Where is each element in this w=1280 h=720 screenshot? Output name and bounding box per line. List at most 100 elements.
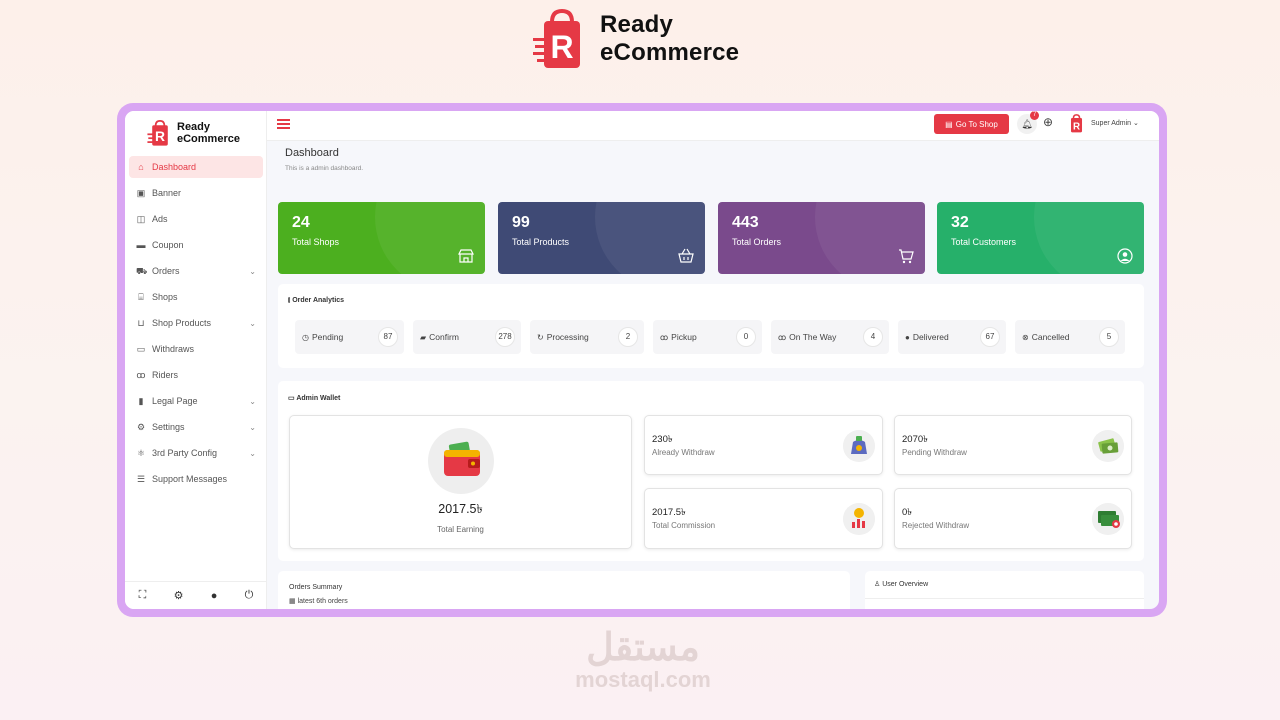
sidebar-item-riders[interactable]: ꝏ Riders <box>129 364 263 386</box>
total-earning-box: 2017.5৳ Total Earning <box>289 415 632 549</box>
divider <box>865 598 1144 599</box>
wallet-box-label: Total Commission <box>652 521 716 530</box>
bike-icon: ꝏ <box>660 332 669 342</box>
power-icon[interactable]: ⏻ <box>245 589 254 602</box>
brand-name-line2: eCommerce <box>600 39 740 66</box>
cart-icon <box>899 249 914 264</box>
sidebar-item-settings[interactable]: ⚙ Settings ⌄ <box>129 416 263 438</box>
wallet-box-label: Already Withdraw <box>652 448 715 457</box>
order-status-pending[interactable]: ◷ Pending 87 <box>295 320 404 354</box>
refresh-icon: ↻ <box>537 332 544 342</box>
admin-wallet-title: ▭ Admin Wallet <box>288 395 341 402</box>
message-icon: ☰ <box>136 474 146 484</box>
sidebar-item-dashboard[interactable]: ⌂ Dashboard <box>129 156 263 178</box>
sidebar-logo[interactable]: R Ready eCommerce <box>147 119 240 147</box>
rejected-cash-icon <box>1092 503 1124 535</box>
sidebar-item-label: Coupon <box>152 240 184 250</box>
store-icon: ⌸ <box>138 292 144 302</box>
order-status-processing[interactable]: ↻ Processing 2 <box>530 320 644 354</box>
wallet-box-label: Rejected Withdraw <box>902 521 970 530</box>
clock-icon: ◷ <box>302 332 309 342</box>
order-status-delivered[interactable]: ● Delivered 67 <box>898 320 1006 354</box>
avatar[interactable]: R <box>1067 114 1086 133</box>
watermark-site: mostaql.com <box>575 667 711 692</box>
page-title: Dashboard <box>285 147 339 159</box>
stat-card-total-orders[interactable]: 443 Total Orders <box>718 202 925 274</box>
sidebar-logo-line1: Ready <box>177 121 211 133</box>
sidebar-item-withdraws[interactable]: ▭ Withdraws <box>129 338 263 360</box>
admin-wallet-card: ▭ Admin Wallet 2017.5৳ Total Earning 230… <box>278 381 1144 561</box>
image-icon: ▣ <box>136 188 146 198</box>
orders-summary-card: Orders Summary ▦ latest 6th orders <box>278 571 850 609</box>
cash-icon <box>1092 430 1124 462</box>
order-status-label: Delivered <box>912 332 949 342</box>
rejected-withdraw-box: 0৳ Rejected Withdraw <box>894 488 1132 549</box>
sidebar-item-shop-products[interactable]: ⊔ Shop Products ⌄ <box>129 312 263 334</box>
chart-icon: ⫾ <box>288 297 291 304</box>
sidebar-item-label: Banner <box>152 188 182 198</box>
chevron-down-icon: ⌄ <box>249 423 256 432</box>
bell-icon: 🔔︎ <box>1021 119 1033 129</box>
sidebar-item-coupon[interactable]: ▬ Coupon <box>129 234 263 256</box>
stat-label: Total Orders <box>732 237 782 247</box>
sidebar-item-banner[interactable]: ▣ Banner <box>129 182 263 204</box>
stat-card-total-products[interactable]: 99 Total Products <box>498 202 705 274</box>
user-name: Super Admin <box>1091 120 1132 127</box>
sidebar: R Ready eCommerce ⌂ Dashboard ▣ Banner ◫ Ad… <box>125 111 267 609</box>
basket-icon: ⊔ <box>137 318 145 328</box>
stat-card-total-customers[interactable]: 32 Total Customers <box>937 202 1144 274</box>
wallet-icon: ▭ <box>136 344 146 354</box>
order-status-cancelled[interactable]: ⊗ Cancelled 5 <box>1015 320 1125 354</box>
images-icon: ◫ <box>136 214 146 224</box>
stat-card-total-shops[interactable]: 24 Total Shops <box>278 202 485 274</box>
wallet-box-value: 0৳ <box>902 507 913 518</box>
bag-icon: ▰ <box>420 332 427 342</box>
svg-text:R: R <box>1073 121 1080 132</box>
brand-logo: R Ready eCommerce <box>532 8 739 70</box>
hamburger-menu-icon[interactable] <box>277 119 290 129</box>
order-status-count: 5 <box>1099 327 1119 347</box>
shopping-bag-logo-icon: R <box>1070 114 1083 133</box>
order-status-label: Pending <box>311 332 344 342</box>
sidebar-item-shops[interactable]: ⌸ Shops <box>129 286 263 308</box>
orders-summary-title: Orders Summary <box>289 584 343 591</box>
chevron-down-icon: ⌄ <box>1133 120 1139 127</box>
user-menu[interactable]: Super Admin ⌄ <box>1091 119 1139 127</box>
coin-chart-icon <box>843 503 875 535</box>
sidebar-item-ads[interactable]: ◫ Ads <box>129 208 263 230</box>
fullscreen-icon[interactable]: ⛶ <box>139 589 147 602</box>
sidebar-item-orders[interactable]: ⛟ Orders ⌄ <box>129 260 263 282</box>
stat-value: 443 <box>732 214 759 231</box>
store-icon: ▤ <box>945 119 953 129</box>
user-icon: ♙ <box>874 581 881 588</box>
wallet-box-value: 2017.5৳ <box>652 507 686 518</box>
total-commission-box: 2017.5৳ Total Commission <box>644 488 883 549</box>
gear-icon[interactable]: ⚙ <box>174 589 184 602</box>
user-overview-title: ♙ User Overview <box>874 581 929 588</box>
user-icon[interactable]: ● <box>211 590 218 602</box>
globe-icon[interactable]: ⊕ <box>1043 115 1053 129</box>
order-status-label: Processing <box>546 332 589 342</box>
order-status-pickup[interactable]: ꝏ Pickup 0 <box>653 320 762 354</box>
sidebar-item-legal-page[interactable]: ▮ Legal Page ⌄ <box>129 390 263 412</box>
chevron-down-icon: ⌄ <box>249 267 256 276</box>
ticket-icon: ▬ <box>136 240 146 250</box>
sidebar-footer: ⛶ ⚙ ● ⏻ <box>125 581 267 609</box>
notifications-button[interactable]: 🔔︎ 7 <box>1017 111 1039 134</box>
order-status-count: 0 <box>736 327 756 347</box>
store-icon <box>458 249 474 263</box>
sidebar-item-3rd-party-config[interactable]: ⚛ 3rd Party Config ⌄ <box>129 442 263 464</box>
sidebar-item-label: Shops <box>152 292 178 302</box>
order-status-on-the-way[interactable]: ꝏ On The Way 4 <box>771 320 889 354</box>
sidebar-item-support-messages[interactable]: ☰ Support Messages <box>129 468 263 490</box>
go-to-shop-label: Go To Shop <box>955 119 998 129</box>
app-window: R Ready eCommerce ⌂ Dashboard ▣ Banner ◫ Ad… <box>125 111 1159 609</box>
orders-summary-subtitle: ▦ latest 6th orders <box>289 598 348 605</box>
already-withdraw-box: 230৳ Already Withdraw <box>644 415 883 475</box>
wallet-box-value: 230৳ <box>652 434 673 445</box>
sidebar-menu: ⌂ Dashboard ▣ Banner ◫ Ads ▬ Coupon ⛟ Orders ⌄… <box>129 156 263 494</box>
app-frame: R Ready eCommerce ⌂ Dashboard ▣ Banner ◫ Ad… <box>117 103 1167 617</box>
order-status-label: On The Way <box>789 332 837 342</box>
go-to-shop-button[interactable]: ▤ Go To Shop <box>934 114 1009 134</box>
order-status-confirm[interactable]: ▰ Confirm 278 <box>413 320 521 354</box>
